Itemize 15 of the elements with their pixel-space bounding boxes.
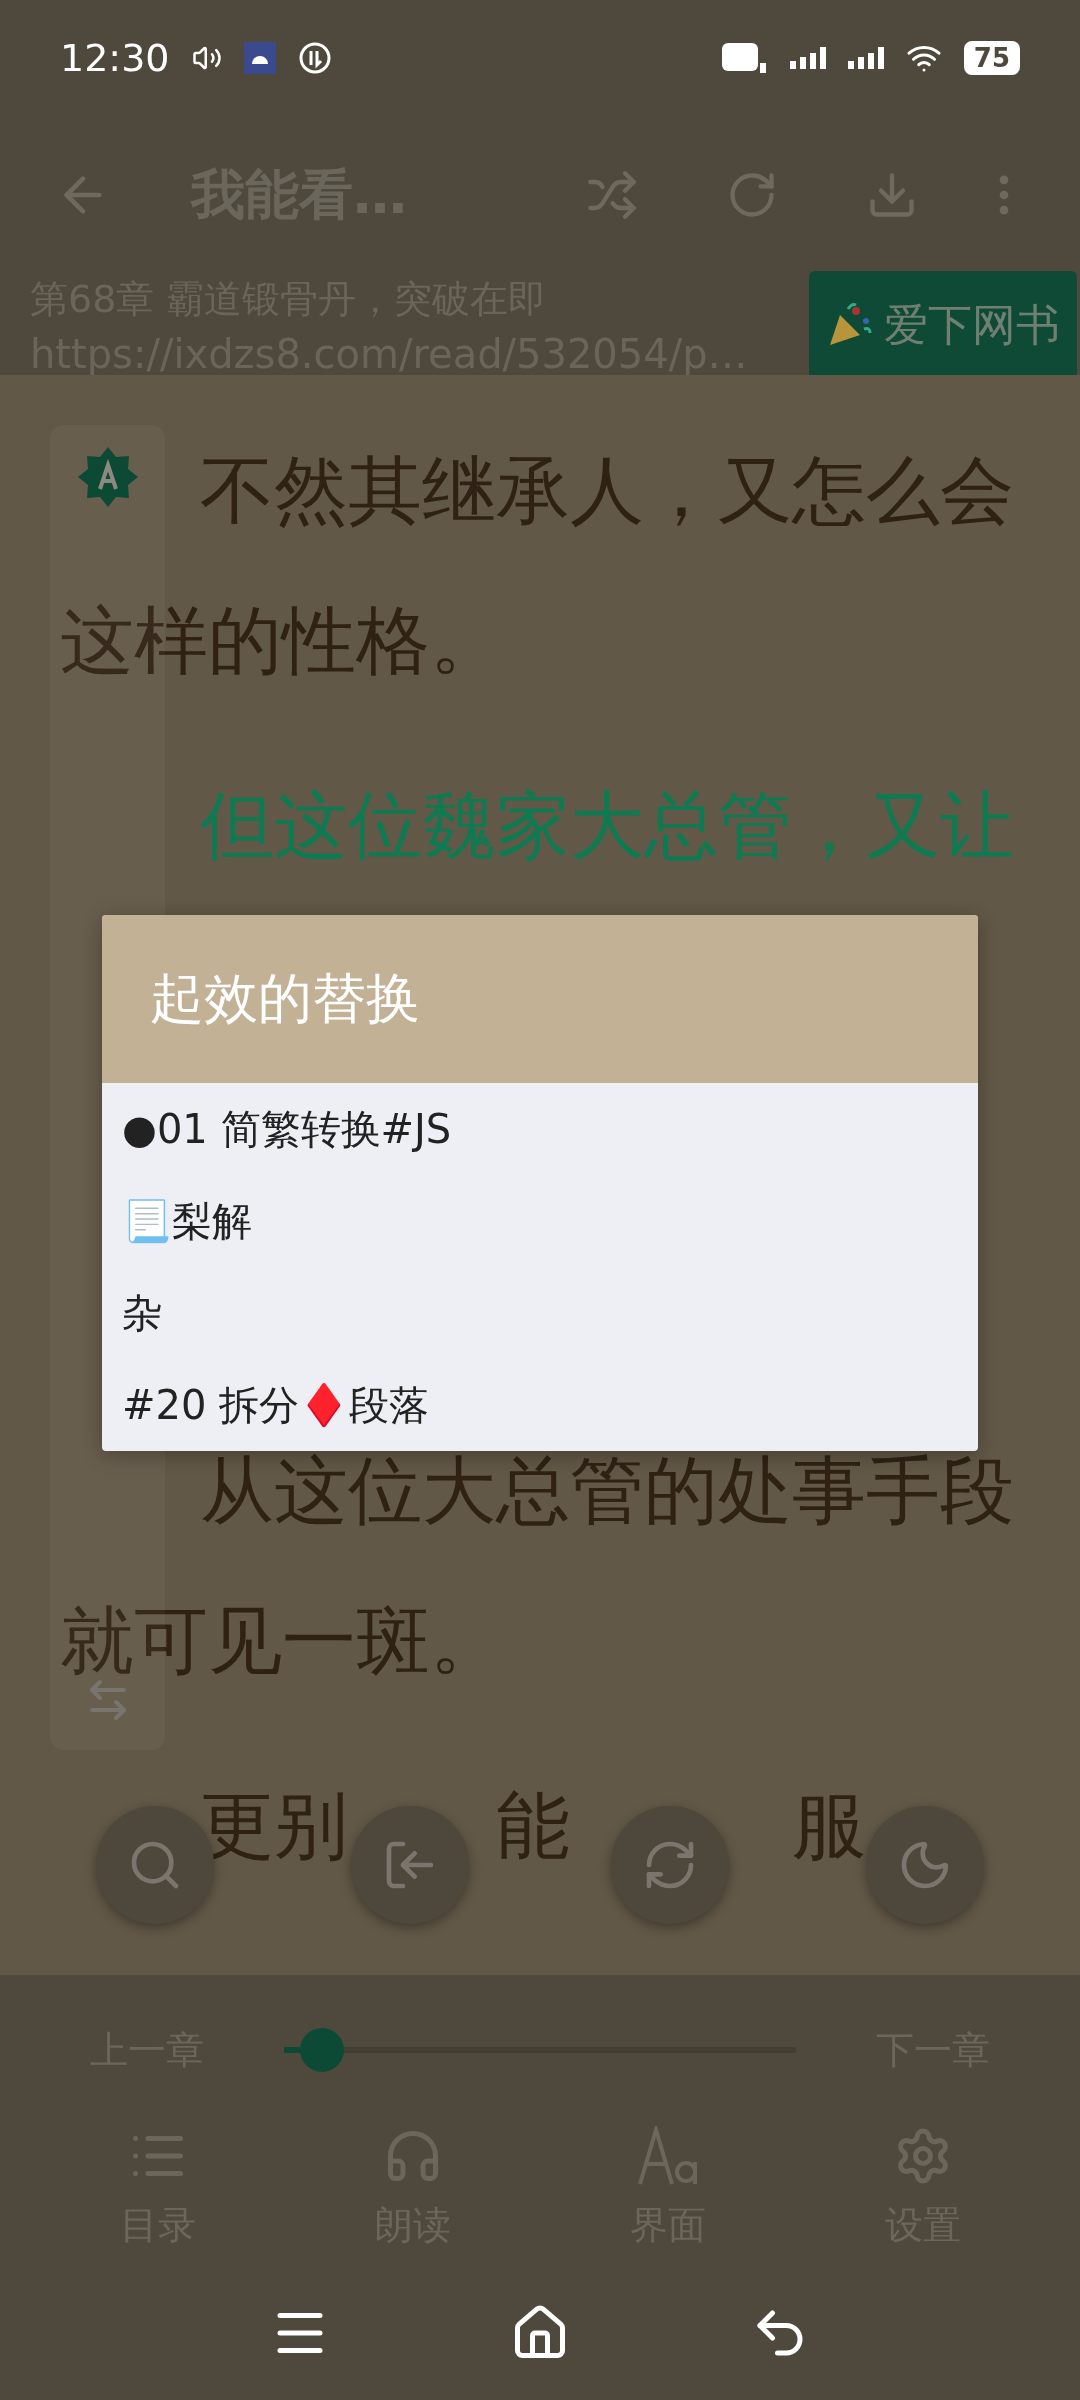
battery-level: 75 [963,40,1020,75]
signal-icon [847,46,884,69]
signal-icon [789,46,826,69]
story-text-line: 但这位魏家大总管，又让 [200,788,1014,862]
replace-rule-item[interactable]: #20 拆分♦段落 [102,1359,978,1451]
slider-thumb[interactable] [300,2028,345,2072]
replace-rule-item[interactable]: 杂 [102,1267,978,1359]
change-source-button[interactable] [586,169,638,221]
replace-rule-item[interactable]: ●01 简繁转换#JS [102,1083,978,1175]
status-time: 12:30 [60,35,170,80]
circle-badge-icon [297,40,332,75]
chapter-progress-slider[interactable] [284,2028,796,2072]
dialog-title: 起效的替换 [102,915,978,1083]
replace-rule-item[interactable]: 📃梨解 [102,1175,978,1267]
font-size-icon [635,2126,700,2186]
